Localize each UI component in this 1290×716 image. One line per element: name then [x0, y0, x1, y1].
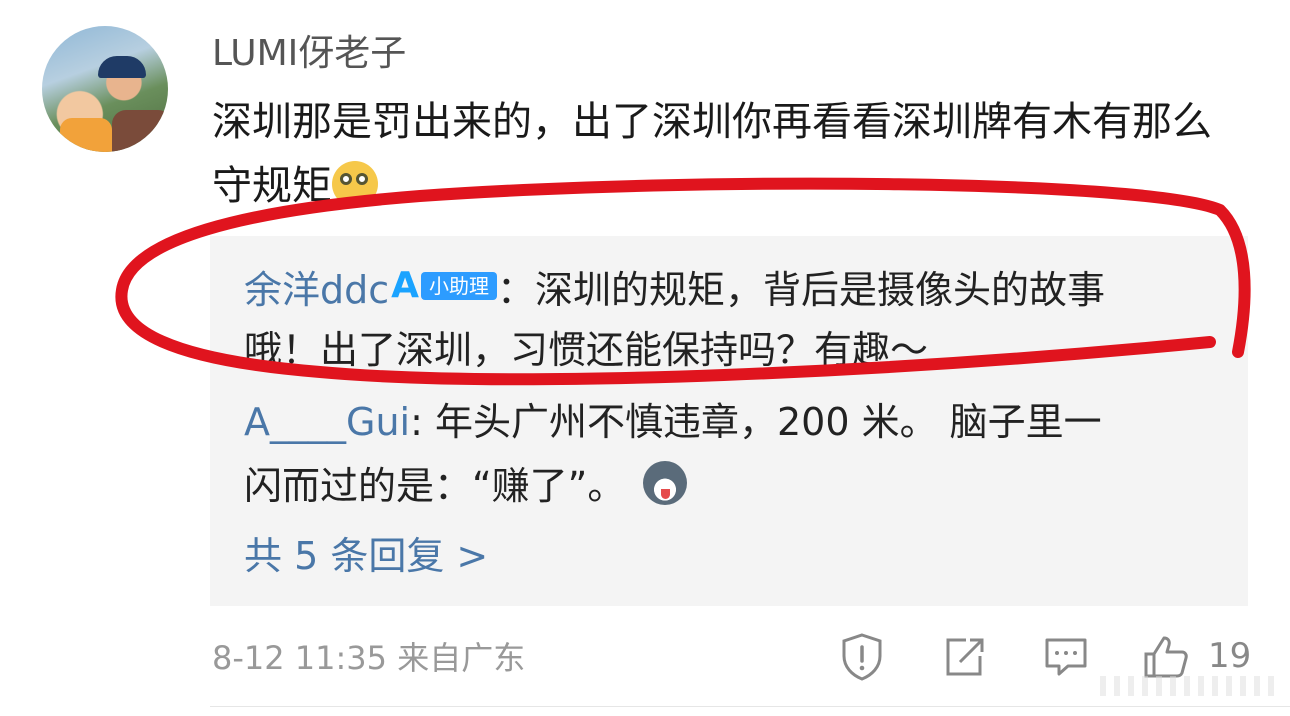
reply-1-text-cont: 哦！出了深圳，习惯还能保持吗？有趣～	[244, 328, 929, 372]
assistant-badge-label: 小助理	[421, 272, 498, 300]
comment-divider	[210, 706, 1290, 707]
reply-1-author[interactable]: 余洋ddc	[244, 268, 389, 312]
reply-2-text: : 年头广州不慎违章，200 米。 脑子里一	[410, 400, 1102, 444]
comment-icon[interactable]	[1042, 632, 1090, 682]
avatar-adult	[112, 110, 168, 152]
user-avatar[interactable]	[42, 26, 168, 152]
reply-2-text-cont: 闪而过的是：“赚了”。	[244, 464, 626, 508]
assistant-badge: A 小助理	[391, 254, 498, 318]
watermark	[1100, 676, 1280, 696]
cat-emoji-icon	[332, 161, 378, 207]
reply-1-line-2: 哦！出了深圳，习惯还能保持吗？有趣～	[244, 318, 1224, 382]
reply-2-author[interactable]: A____Gui	[244, 400, 410, 444]
more-replies-link[interactable]: 共 5 条回复 >	[244, 528, 488, 584]
ai-logo-icon: A	[391, 265, 420, 306]
comment-username[interactable]: LUMI伢老子	[212, 30, 406, 78]
reply-2-line-1[interactable]: A____Gui: 年头广州不慎违章，200 米。 脑子里一	[244, 390, 1224, 454]
avatar-cap	[98, 56, 146, 78]
report-icon[interactable]	[838, 632, 886, 682]
share-icon[interactable]	[940, 632, 988, 682]
reply-1-text: ：深圳的规矩，背后是摄像头的故事	[497, 268, 1106, 312]
like-count: 19	[1208, 636, 1252, 676]
like-icon[interactable]	[1142, 632, 1190, 682]
comment-body: 深圳那是罚出来的，出了深圳你再看看深圳牌有木有那么守规矩	[212, 90, 1242, 218]
husky-emoji-icon	[643, 461, 688, 505]
reply-2-line-2: 闪而过的是：“赚了”。	[244, 454, 1224, 518]
action-bar: 19	[0, 632, 1290, 688]
avatar-child	[60, 118, 112, 152]
reply-1-line-1[interactable]: 余洋ddc A 小助理 ：深圳的规矩，背后是摄像头的故事	[244, 254, 1224, 322]
